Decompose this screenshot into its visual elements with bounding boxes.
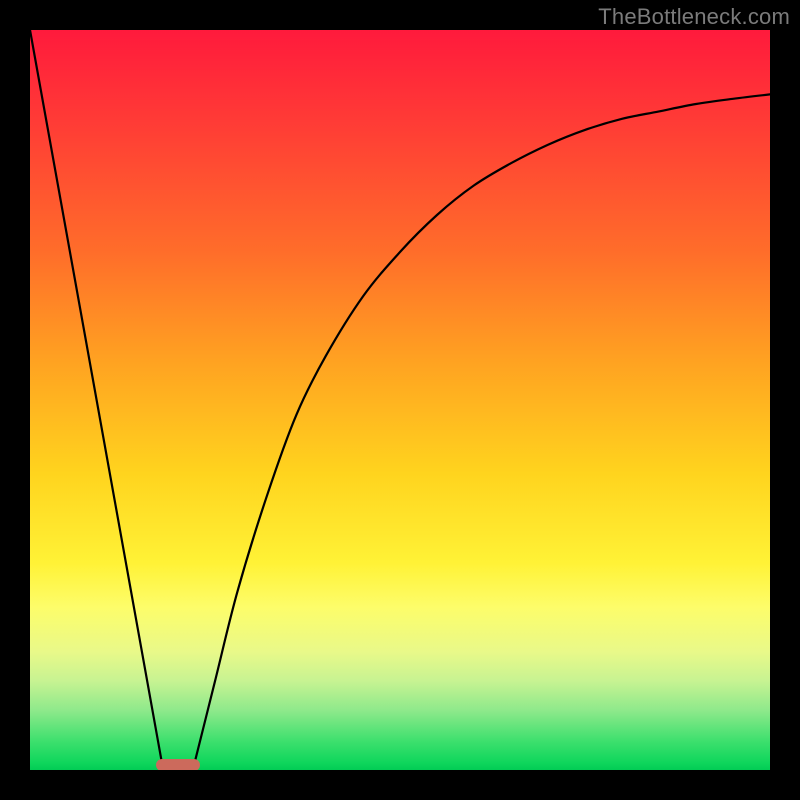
left-slope-line (30, 30, 163, 770)
curve-layer (30, 30, 770, 770)
plot-area (30, 30, 770, 770)
watermark-text: TheBottleneck.com (598, 4, 790, 30)
right-curve-line (193, 94, 770, 770)
bottleneck-marker (156, 759, 200, 770)
chart-frame: TheBottleneck.com (0, 0, 800, 800)
